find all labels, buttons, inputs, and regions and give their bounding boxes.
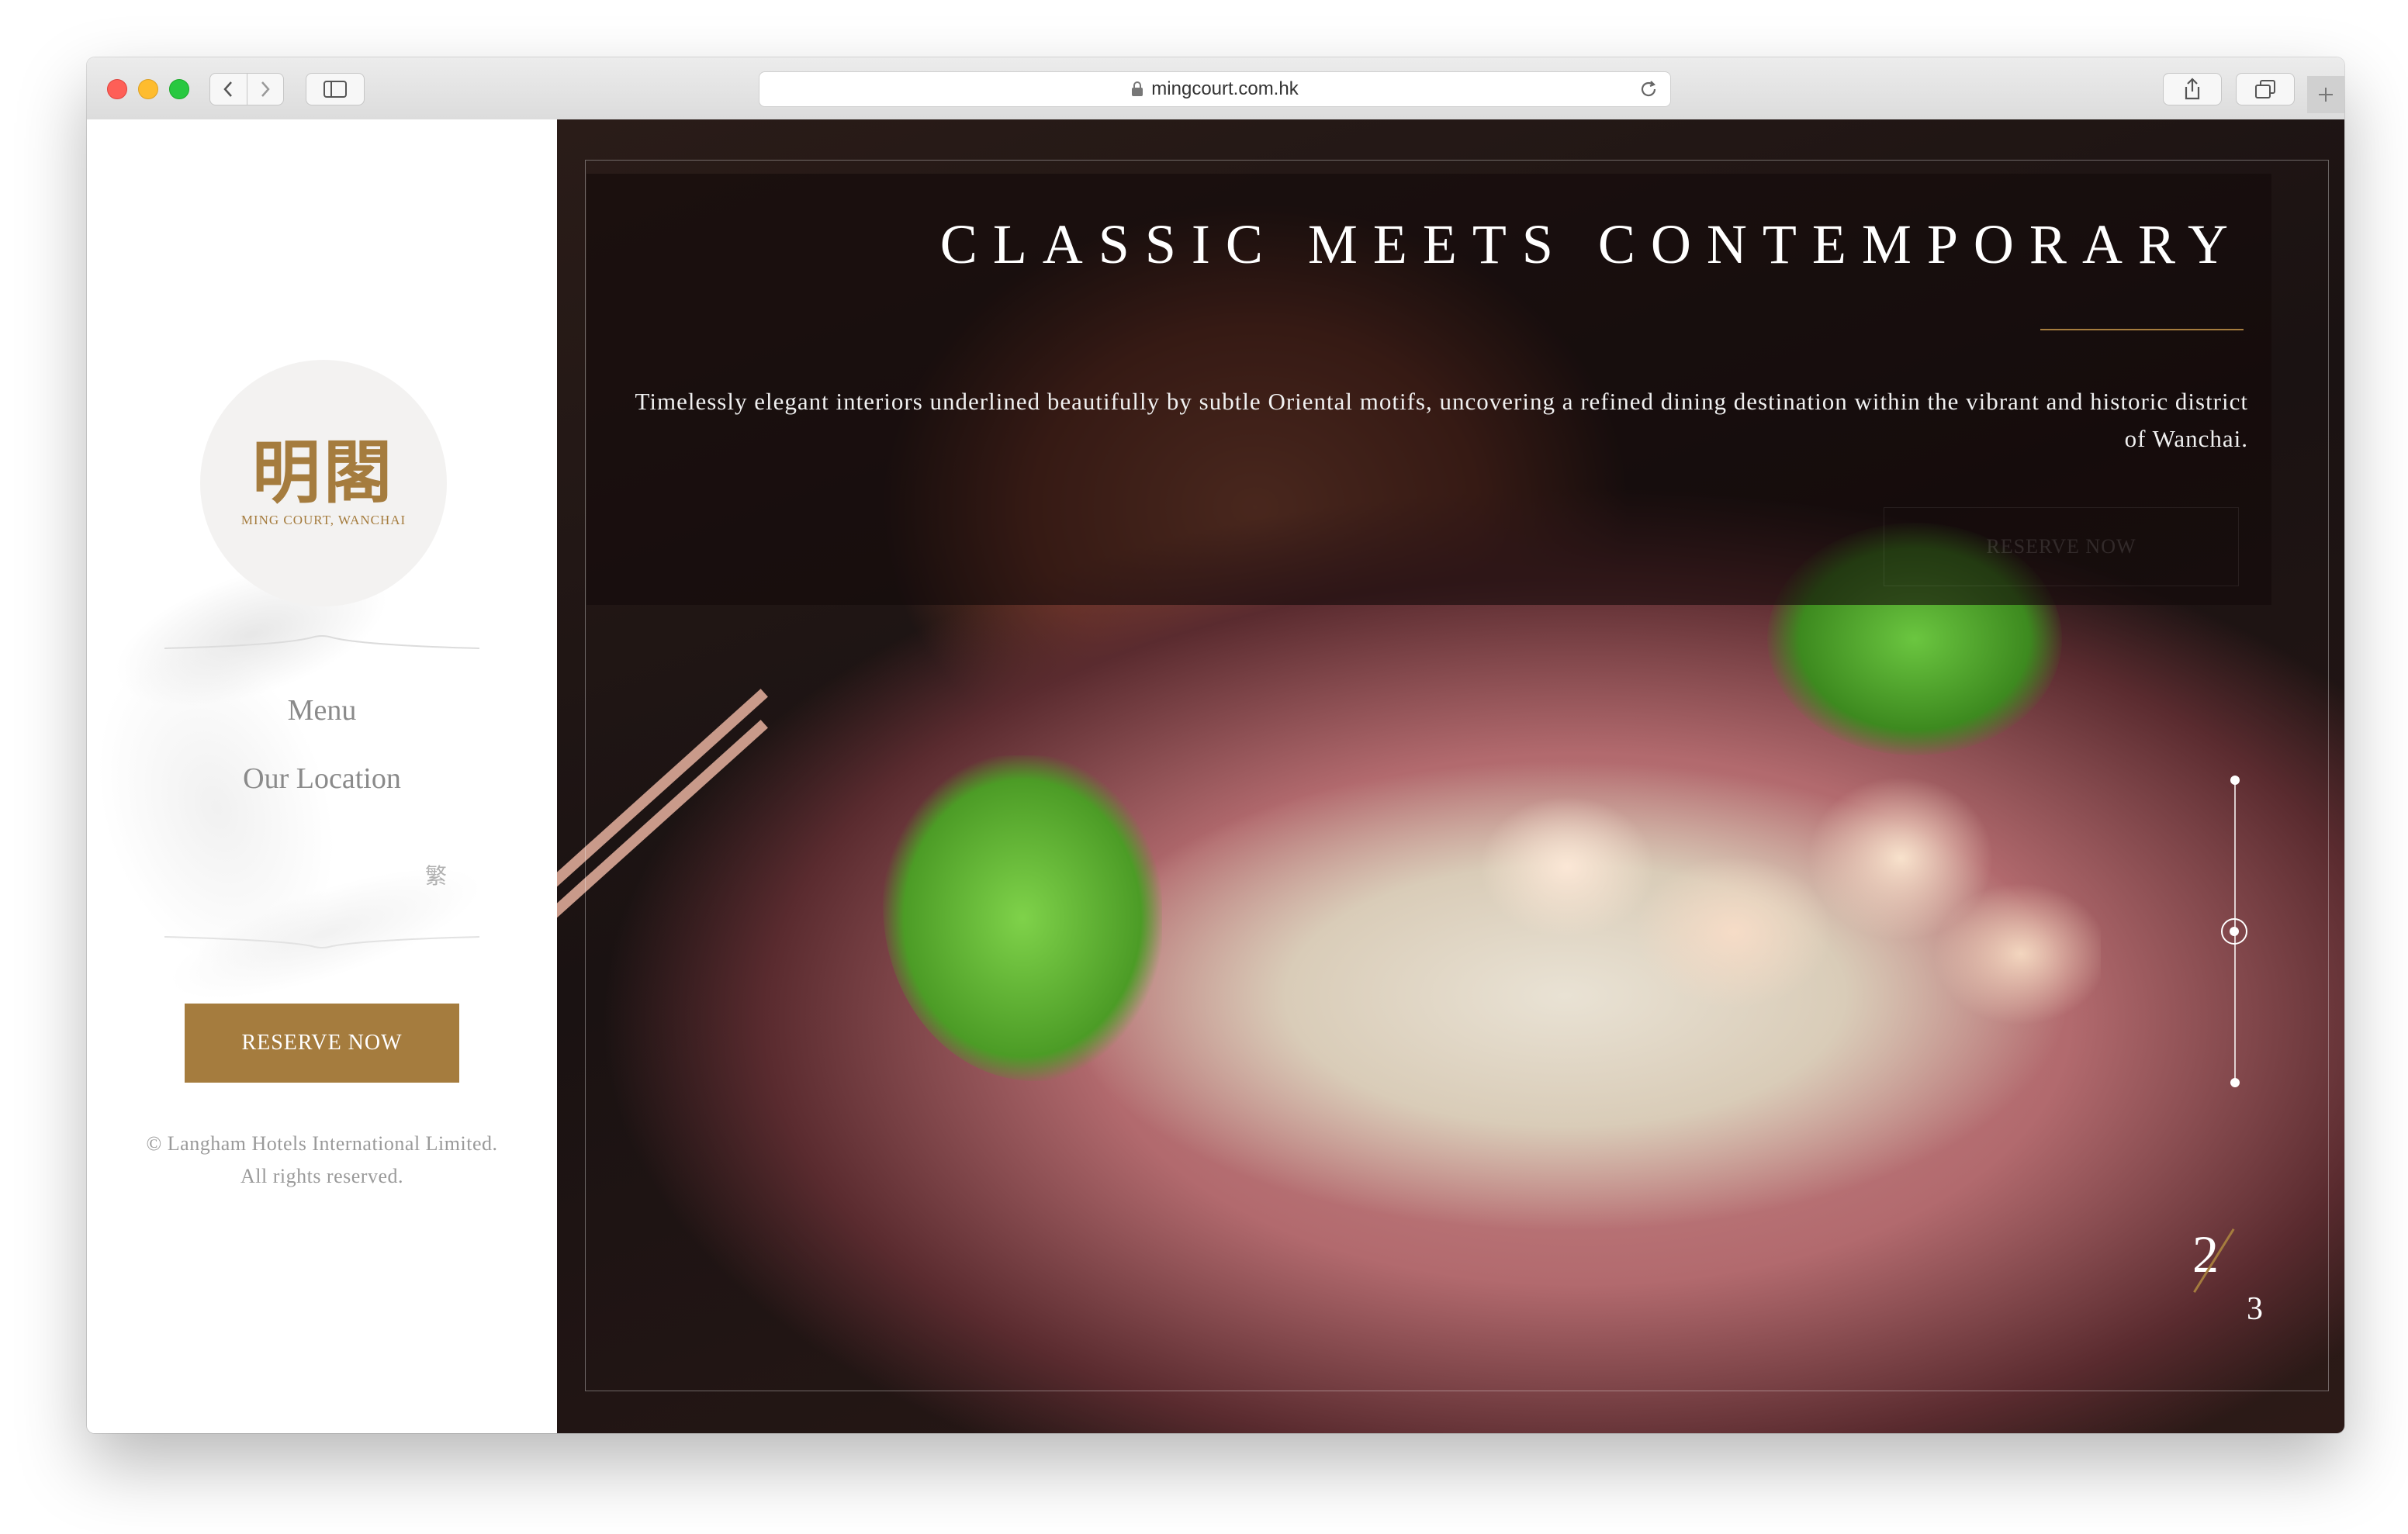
lock-icon [1132, 81, 1143, 96]
new-tab-button[interactable] [2307, 76, 2344, 113]
minimize-window-button[interactable] [138, 79, 158, 99]
logo-chinese-text: 明閣 [251, 432, 395, 513]
url-text: mingcourt.com.hk [1151, 78, 1299, 99]
chevron-right-icon [261, 81, 270, 97]
hero-slideshow: CLASSIC MEETS CONTEMPORARY Timelessly el… [557, 119, 2344, 1433]
logo-english-text: MING COURT, WANCHAI [240, 513, 407, 527]
share-icon [2185, 78, 2200, 100]
history-nav [209, 73, 284, 105]
address-bar[interactable]: mingcourt.com.hk [759, 71, 1671, 107]
sidebar-toggle-button[interactable] [306, 73, 365, 105]
left-sidebar: 明閣 MING COURT, WANCHAI Menu Our Location… [87, 119, 557, 1433]
back-button[interactable] [210, 74, 247, 105]
ornamental-divider [164, 936, 479, 948]
nav-location-link[interactable]: Our Location [87, 762, 557, 796]
hero-frame-border [585, 160, 2329, 1391]
plus-icon [2319, 88, 2333, 102]
tabs-icon [2255, 80, 2275, 98]
browser-toolbar: mingcourt.com.hk [87, 57, 2344, 120]
slide-pager-dot[interactable] [2230, 776, 2240, 785]
ming-court-logo[interactable]: 明閣 MING COURT, WANCHAI [200, 360, 447, 606]
slide-total-number: 3 [2247, 1291, 2263, 1327]
forward-button[interactable] [246, 74, 284, 105]
page-content: 明閣 MING COURT, WANCHAI Menu Our Location… [87, 119, 2344, 1433]
ghost-reserve-button[interactable]: RESERVE NOW [1884, 507, 2239, 586]
gold-accent-line [2040, 329, 2244, 330]
share-button[interactable] [2163, 73, 2222, 105]
copyright-line-1: © Langham Hotels International Limited. [146, 1132, 498, 1155]
slide-pager-dot[interactable] [2230, 1078, 2240, 1087]
chevron-left-icon [223, 81, 233, 97]
reserve-now-button[interactable]: RESERVE NOW [185, 1004, 459, 1083]
language-toggle[interactable]: 繁 [413, 859, 459, 890]
show-tabs-button[interactable] [2236, 73, 2295, 105]
browser-window: mingcourt.com.hk 明閣 MING COURT, WANCHAI … [87, 57, 2344, 1433]
zoom-window-button[interactable] [169, 79, 189, 99]
hero-title: CLASSIC MEETS CONTEMPORARY [939, 213, 2244, 275]
ornamental-divider [164, 635, 479, 649]
sidebar-icon [323, 81, 347, 98]
copyright-line-2: All rights reserved. [240, 1165, 403, 1187]
close-window-button[interactable] [107, 79, 127, 99]
reload-icon[interactable] [1638, 78, 1659, 100]
nav-menu-link[interactable]: Menu [87, 693, 557, 727]
copyright-text: © Langham Hotels International Limited. … [102, 1128, 541, 1193]
slide-pager-active-dot[interactable] [2221, 918, 2247, 945]
hero-description: Timelessly elegant interiors underlined … [635, 388, 2248, 452]
